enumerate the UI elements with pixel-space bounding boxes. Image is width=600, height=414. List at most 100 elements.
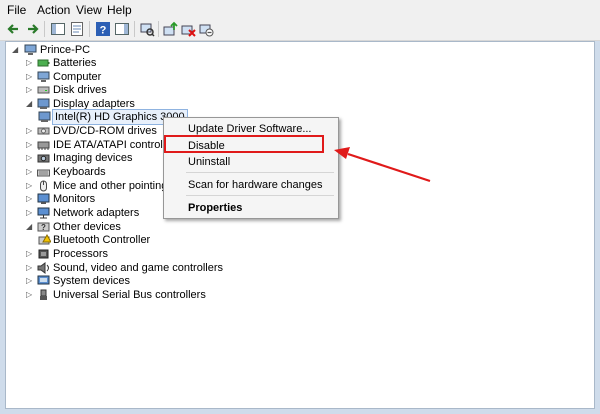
tree-root[interactable]: ◢ Prince-PC — [10, 43, 160, 57]
highlight-box — [164, 135, 324, 153]
tree-item-label: Sound, video and game controllers — [53, 262, 223, 274]
toolbar-separator — [44, 21, 45, 37]
optical-drive-icon — [37, 127, 50, 135]
usb-icon — [40, 289, 47, 300]
tree-item-batteries[interactable]: ▷ Batteries — [26, 56, 176, 70]
tree-item-ide-ata-atapi-controllers[interactable]: ▷ IDE ATA/ATAPI controllers — [26, 138, 181, 152]
controller-icon — [37, 141, 50, 150]
processor-icon — [38, 249, 49, 259]
menu-separator — [186, 172, 334, 173]
keyboard-icon — [37, 169, 50, 177]
svg-text:?: ? — [41, 223, 46, 232]
expand-triangle-icon[interactable]: ▷ — [26, 141, 34, 149]
tree-item-network-adapters[interactable]: ▷ Network adapters — [26, 206, 176, 220]
forward-arrow-icon[interactable] — [24, 21, 40, 37]
tree-item-label: Network adapters — [53, 207, 140, 219]
svg-text:?: ? — [100, 25, 107, 37]
context-menu: Update Driver Software... Disable Uninst… — [163, 117, 339, 219]
toolbar: ? — [0, 18, 600, 41]
back-arrow-icon[interactable] — [6, 21, 22, 37]
tree-item-mice[interactable]: ▷ Mice and other pointing de — [26, 179, 183, 193]
expand-triangle-icon[interactable]: ▷ — [26, 209, 34, 217]
show-hide-tree-icon[interactable] — [50, 21, 66, 37]
tree-item-label: Processors — [53, 248, 109, 260]
help-icon[interactable]: ? — [95, 21, 111, 37]
disable-device-icon[interactable] — [198, 21, 214, 37]
tree-item-disk-drives[interactable]: ▷ Disk drives — [26, 83, 176, 97]
tree-item-usb-controllers[interactable]: ▷ Universal Serial Bus controllers — [26, 288, 206, 302]
tree-item-dvd-cd-rom-drives[interactable]: ▷ DVD/CD-ROM drives — [26, 124, 176, 138]
tree-item-label: Other devices — [53, 221, 121, 233]
collapse-triangle-icon[interactable]: ◢ — [26, 223, 34, 231]
toolbar-separator — [134, 21, 135, 37]
expand-triangle-icon[interactable]: ▷ — [26, 291, 34, 299]
display-adapter-icon — [38, 111, 51, 122]
tree-item-label: Universal Serial Bus controllers — [53, 289, 206, 301]
expand-triangle-icon[interactable]: ▷ — [26, 277, 34, 285]
system-device-icon — [37, 275, 50, 285]
menu-view[interactable]: View — [76, 3, 102, 17]
expand-triangle-icon[interactable]: ▷ — [26, 86, 34, 94]
expand-triangle-icon[interactable]: ▷ — [26, 59, 34, 67]
tree-item-bluetooth-controller[interactable]: Bluetooth Controller — [38, 233, 188, 247]
speaker-icon — [37, 262, 49, 274]
mouse-icon — [40, 180, 47, 192]
tree-item-label: Imaging devices — [53, 152, 133, 164]
menu-item-scan-hardware[interactable]: Scan for hardware changes — [188, 179, 323, 191]
collapse-triangle-icon[interactable]: ◢ — [12, 46, 20, 54]
expand-triangle-icon[interactable]: ▷ — [26, 195, 34, 203]
tree-item-label: IDE ATA/ATAPI controllers — [53, 139, 181, 151]
collapse-triangle-icon[interactable]: ◢ — [26, 100, 34, 108]
menu-item-properties[interactable]: Properties — [188, 202, 242, 214]
menu-item-update-driver[interactable]: Update Driver Software... — [188, 123, 312, 135]
tree-item-label: Computer — [53, 71, 102, 83]
tree-item-label: System devices — [53, 275, 131, 287]
expand-triangle-icon[interactable]: ▷ — [26, 182, 34, 190]
expand-triangle-icon[interactable]: ▷ — [26, 264, 34, 272]
menu-file[interactable]: File — [7, 3, 26, 17]
tree-item-label: Batteries — [53, 57, 97, 69]
show-hide-action-pane-icon[interactable] — [114, 21, 130, 37]
tree-root-label: Prince-PC — [40, 44, 91, 56]
tree-item-sound-video-game-controllers[interactable]: ▷ Sound, video and game controllers — [26, 261, 223, 275]
tree-item-keyboards[interactable]: ▷ Keyboards — [26, 165, 176, 179]
tree-item-label: Keyboards — [53, 166, 106, 178]
warning-device-icon — [38, 234, 51, 245]
display-adapter-icon — [37, 98, 50, 109]
menu-item-uninstall[interactable]: Uninstall — [188, 156, 230, 168]
menu-action[interactable]: Action — [37, 3, 70, 17]
toolbar-separator — [158, 21, 159, 37]
uninstall-device-icon[interactable] — [180, 21, 196, 37]
tree-item-label: Bluetooth Controller — [53, 234, 151, 246]
expand-triangle-icon[interactable]: ▷ — [26, 250, 34, 258]
properties-icon[interactable] — [69, 21, 85, 37]
computer-icon — [24, 44, 37, 55]
tree-item-monitors[interactable]: ▷ Monitors — [26, 192, 176, 206]
menu-help[interactable]: Help — [107, 3, 132, 17]
camera-icon — [37, 154, 50, 163]
expand-triangle-icon[interactable]: ▷ — [26, 73, 34, 81]
scan-hardware-icon[interactable] — [139, 21, 155, 37]
expand-triangle-icon[interactable]: ▷ — [26, 154, 34, 162]
tree-item-system-devices[interactable]: ▷ System devices — [26, 274, 176, 288]
tree-item-imaging-devices[interactable]: ▷ Imaging devices — [26, 151, 176, 165]
tree-item-computer[interactable]: ▷ Computer — [26, 70, 176, 84]
expand-triangle-icon[interactable]: ▷ — [26, 168, 34, 176]
tree-item-label: DVD/CD-ROM drives — [53, 125, 157, 137]
update-driver-icon[interactable] — [162, 21, 178, 37]
disk-drive-icon — [37, 86, 50, 94]
toolbar-separator — [89, 21, 90, 37]
tree-item-other-devices[interactable]: ◢ ? Other devices — [26, 220, 176, 234]
tree-item-label: Monitors — [53, 193, 96, 205]
computer-icon — [37, 71, 50, 82]
network-adapter-icon — [37, 207, 50, 219]
expand-triangle-icon[interactable]: ▷ — [26, 127, 34, 135]
battery-icon — [37, 59, 50, 67]
menu-separator — [186, 195, 334, 196]
unknown-device-icon: ? — [37, 222, 50, 232]
menu-bar: File Action View Help — [0, 0, 600, 18]
monitor-icon — [37, 193, 50, 204]
tree-item-intel-hd-graphics[interactable]: Intel(R) HD Graphics 3000 — [38, 109, 188, 125]
tree-item-label: Disk drives — [53, 84, 107, 96]
tree-item-processors[interactable]: ▷ Processors — [26, 247, 176, 261]
